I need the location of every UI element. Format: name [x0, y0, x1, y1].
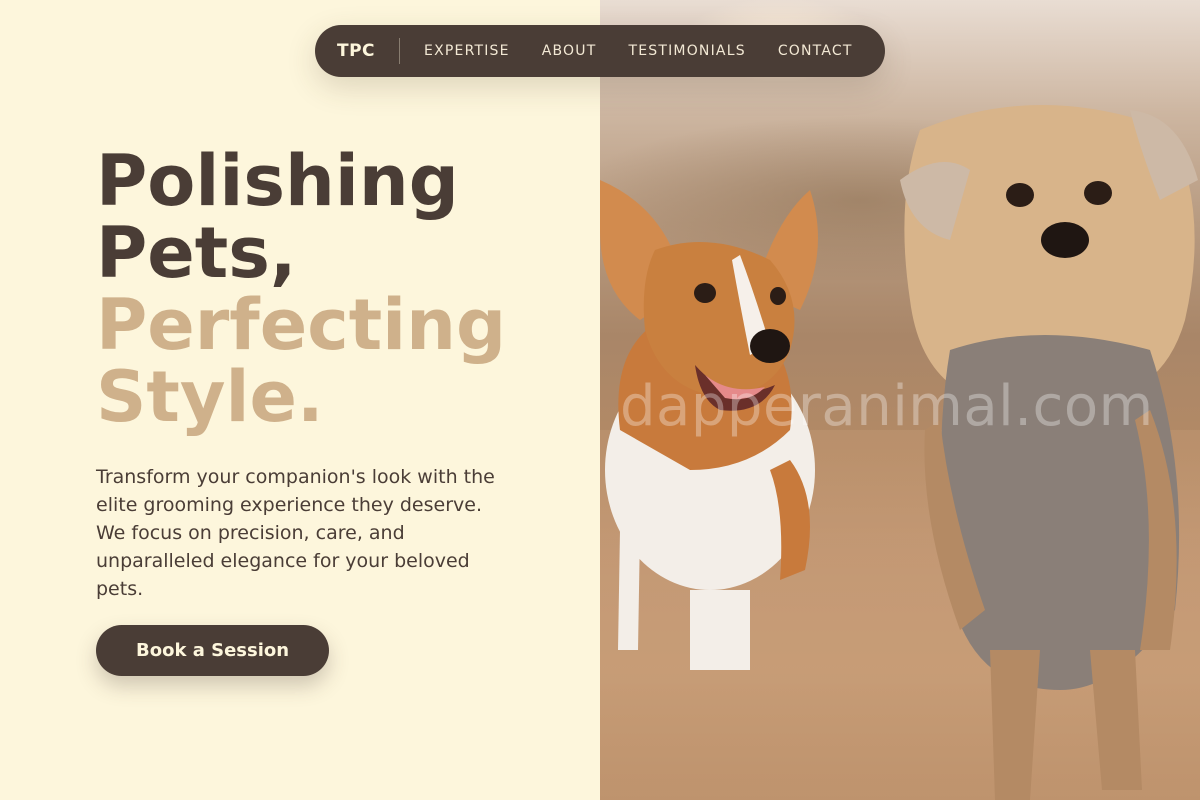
- nav-link-expertise[interactable]: EXPERTISE: [424, 43, 510, 59]
- headline-line-2: Pets,: [96, 212, 297, 294]
- headline-accent-line-2: Style.: [96, 356, 324, 438]
- hero-photo: dapperanimal.com: [600, 0, 1200, 800]
- watermark-text: dapperanimal.com: [620, 374, 1154, 439]
- brand-logo[interactable]: TPC: [337, 41, 375, 61]
- book-session-button[interactable]: Book a Session: [96, 625, 330, 676]
- top-navigation: TPC EXPERTISE ABOUT TESTIMONIALS CONTACT: [315, 25, 885, 77]
- hero-headline: Polishing Pets, Perfecting Style.: [96, 145, 566, 433]
- headline-line-1: Polishing: [96, 140, 459, 222]
- headline-accent-line-1: Perfecting: [96, 284, 507, 366]
- nav-divider: [399, 38, 401, 64]
- terrier-dog-image: [900, 105, 1198, 800]
- nav-link-about[interactable]: ABOUT: [542, 43, 597, 59]
- nav-link-testimonials[interactable]: TESTIMONIALS: [628, 43, 745, 59]
- hero-description: Transform your companion's look with the…: [96, 466, 495, 600]
- hero-section: Polishing Pets, Perfecting Style. Transf…: [96, 145, 566, 676]
- nav-link-contact[interactable]: CONTACT: [778, 43, 853, 59]
